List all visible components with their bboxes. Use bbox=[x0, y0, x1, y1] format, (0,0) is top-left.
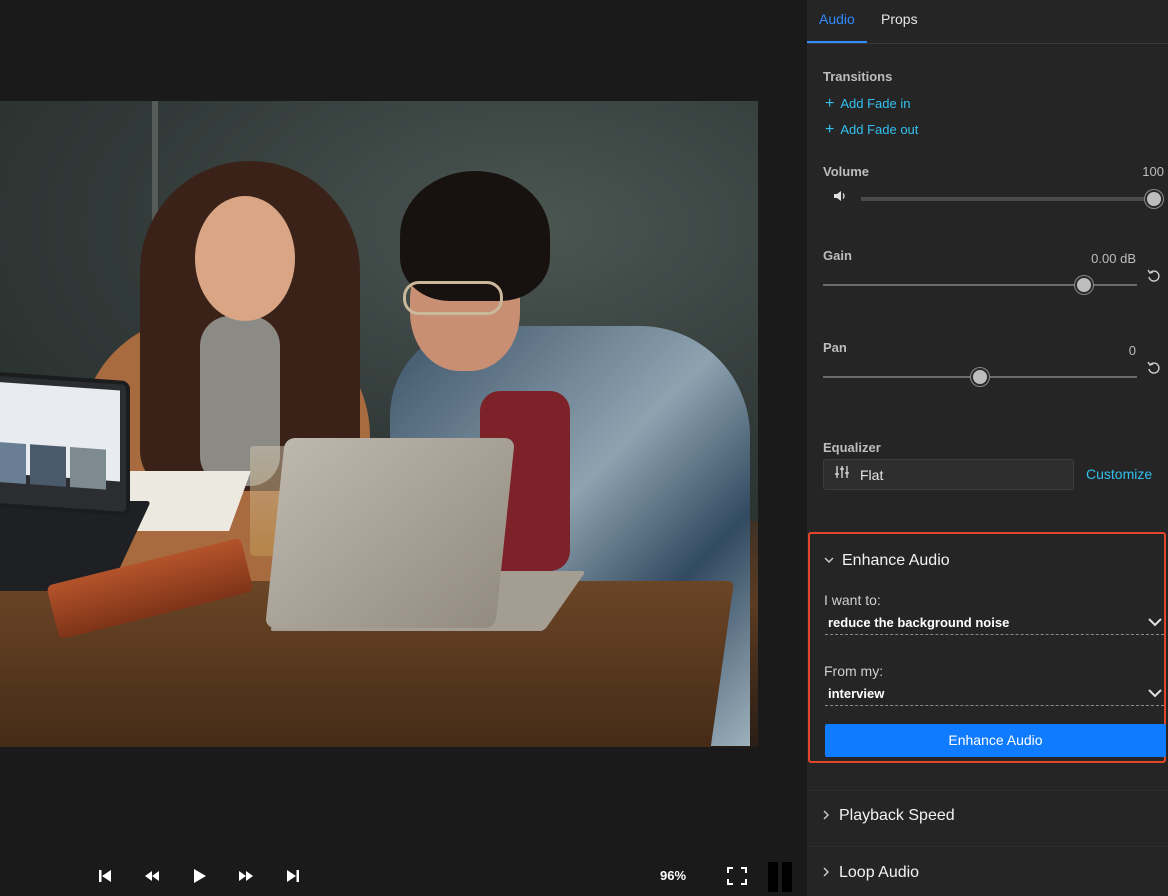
fullscreen-icon[interactable] bbox=[727, 867, 747, 885]
rewind-icon[interactable] bbox=[143, 868, 161, 884]
screen-thumbnail bbox=[70, 447, 106, 490]
volume-slider[interactable] bbox=[861, 190, 1163, 208]
gain-slider-thumb[interactable] bbox=[1075, 276, 1093, 294]
gain-reset-icon[interactable] bbox=[1147, 269, 1161, 283]
enhance-audio-title: Enhance Audio bbox=[842, 552, 950, 569]
speaker-icon[interactable] bbox=[833, 189, 847, 203]
volume-slider-thumb[interactable] bbox=[1145, 190, 1163, 208]
gain-label: Gain bbox=[823, 248, 852, 263]
panel-tabs: Audio Props bbox=[807, 0, 1168, 44]
plus-icon: + bbox=[825, 95, 835, 112]
enhance-audio-header[interactable]: Enhance Audio bbox=[824, 552, 950, 570]
from-my-value: interview bbox=[828, 686, 885, 701]
want-to-value: reduce the background noise bbox=[828, 615, 1010, 630]
laptop-left bbox=[0, 370, 130, 517]
loop-audio-header[interactable]: Loop Audio bbox=[821, 864, 919, 882]
glasses bbox=[403, 281, 503, 315]
pan-slider-thumb[interactable] bbox=[971, 368, 989, 386]
pan-label: Pan bbox=[823, 340, 847, 355]
tab-props[interactable]: Props bbox=[869, 0, 930, 43]
equalizer-select[interactable]: Flat bbox=[823, 459, 1074, 490]
enhance-audio-button[interactable]: Enhance Audio bbox=[825, 724, 1166, 757]
skip-to-start-icon[interactable] bbox=[96, 868, 114, 884]
play-icon[interactable] bbox=[190, 868, 208, 884]
equalizer-customize-link[interactable]: Customize bbox=[1086, 466, 1152, 482]
screen-thumbnail bbox=[30, 444, 66, 487]
volume-value: 100 bbox=[1142, 164, 1164, 179]
add-fade-out-label: Add Fade out bbox=[840, 122, 919, 137]
tab-audio[interactable]: Audio bbox=[807, 0, 867, 43]
player-controls: 96% bbox=[0, 856, 806, 896]
skip-to-end-icon[interactable] bbox=[284, 868, 302, 884]
want-to-dropdown[interactable]: reduce the background noise bbox=[825, 609, 1164, 635]
section-divider bbox=[807, 846, 1168, 847]
playback-speed-title: Playback Speed bbox=[839, 807, 955, 824]
plus-icon: + bbox=[825, 121, 835, 138]
chevron-down-icon bbox=[824, 552, 834, 570]
loop-audio-title: Loop Audio bbox=[839, 864, 920, 881]
add-fade-in-link[interactable]: + Add Fade in bbox=[825, 95, 911, 112]
equalizer-icon bbox=[834, 465, 850, 484]
chevron-down-icon bbox=[1148, 689, 1162, 698]
pan-reset-icon[interactable] bbox=[1147, 361, 1161, 375]
chevron-right-icon bbox=[821, 864, 831, 882]
chevron-down-icon bbox=[1148, 618, 1162, 627]
pan-value: 0 bbox=[1128, 343, 1136, 358]
playback-speed-header[interactable]: Playback Speed bbox=[821, 807, 955, 825]
from-my-dropdown[interactable]: interview bbox=[825, 680, 1164, 706]
equalizer-label: Equalizer bbox=[823, 440, 881, 455]
pan-slider[interactable] bbox=[823, 368, 1137, 386]
add-fade-in-label: Add Fade in bbox=[840, 96, 911, 111]
volume-slider-fill bbox=[861, 197, 1154, 201]
preview-area: 96% bbox=[0, 0, 806, 896]
panel-resize-handle[interactable] bbox=[768, 862, 794, 892]
screen-thumbnail bbox=[0, 441, 26, 484]
want-to-label: I want to: bbox=[824, 592, 881, 608]
add-fade-out-link[interactable]: + Add Fade out bbox=[825, 121, 919, 138]
zoom-level[interactable]: 96% bbox=[660, 868, 686, 883]
transitions-label: Transitions bbox=[823, 69, 893, 84]
chevron-right-icon bbox=[821, 807, 831, 825]
gain-value: 0.00 dB bbox=[1091, 251, 1136, 266]
audio-properties-panel: Audio Props Transitions + Add Fade in + … bbox=[807, 0, 1168, 896]
from-my-label: From my: bbox=[824, 663, 884, 679]
laptop-left-screen bbox=[0, 381, 120, 490]
gain-slider[interactable] bbox=[823, 276, 1137, 294]
section-divider bbox=[807, 790, 1168, 791]
equalizer-preset: Flat bbox=[860, 466, 884, 483]
fast-forward-icon[interactable] bbox=[237, 868, 255, 884]
laptop-right bbox=[265, 438, 515, 628]
woman-face bbox=[195, 196, 295, 321]
volume-label: Volume bbox=[823, 164, 869, 179]
enhance-audio-section: Enhance Audio I want to: reduce the back… bbox=[808, 532, 1166, 763]
video-frame[interactable] bbox=[0, 101, 758, 747]
